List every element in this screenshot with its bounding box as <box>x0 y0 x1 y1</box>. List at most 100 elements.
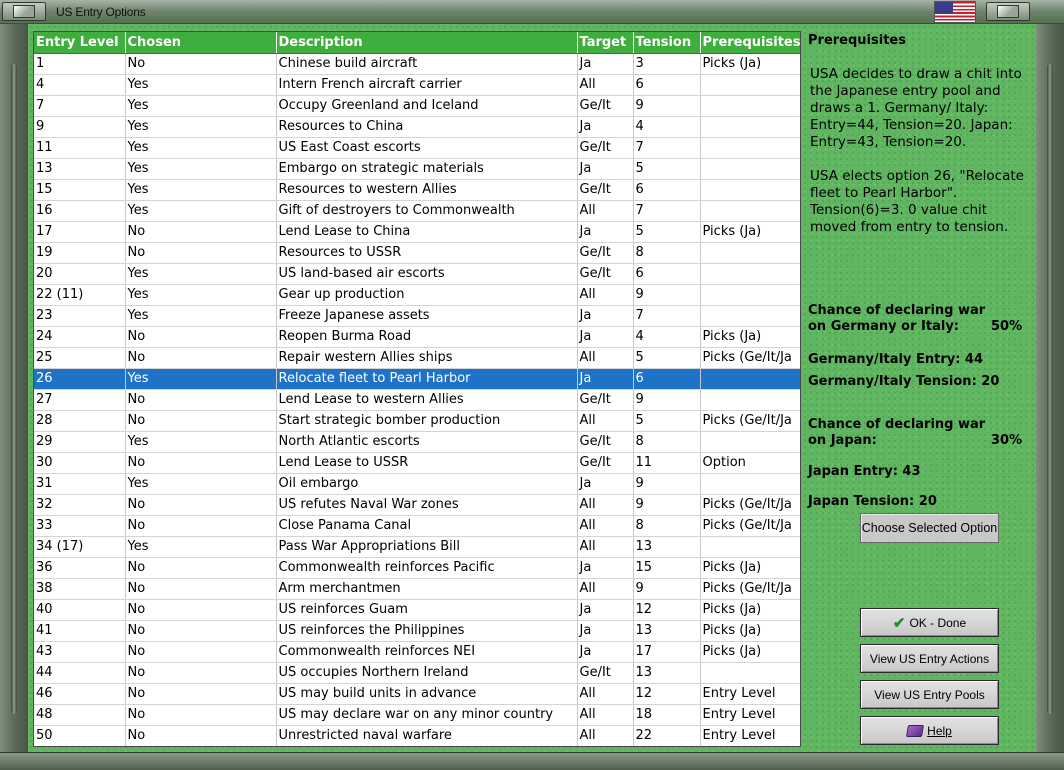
cell-prerequisites <box>700 179 800 201</box>
table-row[interactable]: 17 No Lend Lease to China Ja 5 Picks (Ja) <box>34 221 800 243</box>
chance-japan-label-1: Chance of declaring war <box>808 417 986 432</box>
cell-prerequisites: Picks (Ja) <box>700 620 800 642</box>
table-row[interactable]: 34 (17) Yes Pass War Appropriations Bill Al… <box>34 536 800 558</box>
view-entry-pools-button[interactable]: View US Entry Pools <box>860 680 999 709</box>
table-row[interactable]: 26 Yes Relocate fleet to Pearl Harbor Ja 6 <box>34 368 800 390</box>
cell-entry-level: 44 <box>34 662 126 684</box>
table-row[interactable]: 20 Yes US land-based air escorts Ge/It 6 <box>34 263 800 285</box>
cell-chosen: No <box>125 389 277 411</box>
table-row[interactable]: 16 Yes Gift of destroyers to Commonwealth A… <box>34 200 800 222</box>
cell-chosen: No <box>125 704 277 726</box>
table-row[interactable]: 29 Yes North Atlantic escorts Ge/It 8 <box>34 431 800 453</box>
cell-description: Resources to western Allies <box>276 179 578 201</box>
column-header-target[interactable]: Target <box>577 32 634 54</box>
cell-target: All <box>577 200 634 222</box>
table-row[interactable]: 46 No US may build units in advance All 12 En… <box>34 683 800 705</box>
table-row[interactable]: 36 No Commonwealth reinforces Pacific Ja 15 P… <box>34 557 800 579</box>
cell-description: Lend Lease to western Allies <box>276 389 578 411</box>
cell-tension: 6 <box>633 179 701 201</box>
table-row[interactable]: 1 No Chinese build aircraft Ja 3 Picks (Ja) <box>34 53 800 75</box>
table-row[interactable]: 19 No Resources to USSR Ge/It 8 <box>34 242 800 264</box>
table-row[interactable]: 38 No Arm merchantmen All 9 Picks (Ge/It/Ja <box>34 578 800 600</box>
table-row[interactable]: 7 Yes Occupy Greenland and Iceland Ge/It 9 <box>34 95 800 117</box>
cell-chosen: Yes <box>125 95 277 117</box>
cell-prerequisites <box>700 284 800 306</box>
cell-entry-level: 13 <box>34 158 126 180</box>
cell-entry-level: 33 <box>34 515 126 537</box>
cell-entry-level: 22 (11) <box>34 284 126 306</box>
cell-tension: 12 <box>633 683 701 705</box>
table-row[interactable]: 48 No US may declare war on any minor coun… <box>34 704 800 726</box>
cell-tension: 7 <box>633 305 701 327</box>
cell-entry-level: 26 <box>34 368 126 390</box>
cell-tension: 9 <box>633 95 701 117</box>
cell-entry-level: 34 (17) <box>34 536 126 558</box>
table-row[interactable]: 40 No US reinforces Guam Ja 12 Picks (Ja) <box>34 599 800 621</box>
cell-description: US may build units in advance <box>276 683 578 705</box>
table-row[interactable]: 9 Yes Resources to China Ja 4 <box>34 116 800 138</box>
table-row[interactable]: 44 No US occupies Northern Ireland Ge/It 13 <box>34 662 800 684</box>
view-entry-actions-button[interactable]: View US Entry Actions <box>860 644 999 673</box>
table-row[interactable]: 23 Yes Freeze Japanese assets Ja 7 <box>34 305 800 327</box>
table-row[interactable]: 24 No Reopen Burma Road Ja 4 Picks (Ja) <box>34 326 800 348</box>
table-row[interactable]: 33 No Close Panama Canal All 8 Picks (Ge/It/J… <box>34 515 800 537</box>
cell-chosen: Yes <box>125 179 277 201</box>
column-header-prerequisites[interactable]: Prerequisites <box>700 32 800 54</box>
checkmark-icon: ✔ <box>892 614 906 632</box>
cell-chosen: No <box>125 620 277 642</box>
cell-entry-level: 43 <box>34 641 126 663</box>
chance-japan-label-2: on Japan: <box>808 433 877 448</box>
table-row[interactable]: 13 Yes Embargo on strategic materials Ja 5 <box>34 158 800 180</box>
table-row[interactable]: 15 Yes Resources to western Allies Ge/It 6 <box>34 179 800 201</box>
cell-target: All <box>577 410 634 432</box>
table-row[interactable]: 31 Yes Oil embargo Ja 9 <box>34 473 800 495</box>
cell-entry-level: 17 <box>34 221 126 243</box>
cell-tension: 9 <box>633 389 701 411</box>
ok-done-button[interactable]: ✔ OK - Done <box>860 608 999 637</box>
cell-tension: 8 <box>633 242 701 264</box>
cell-entry-level: 25 <box>34 347 126 369</box>
window-resize-button[interactable] <box>986 2 1030 21</box>
column-header-tension[interactable]: Tension <box>633 32 701 54</box>
prerequisites-text: USA decides to draw a chit into the Japa… <box>810 66 1036 253</box>
cell-tension: 11 <box>633 452 701 474</box>
table-row[interactable]: 28 No Start strategic bomber production All… <box>34 410 800 432</box>
cell-prerequisites <box>700 95 800 117</box>
table-row[interactable]: 11 Yes US East Coast escorts Ge/It 7 <box>34 137 800 159</box>
table-row[interactable]: 50 No Unrestricted naval warfare All 22 Entry… <box>34 725 800 746</box>
cell-target: Ja <box>577 620 634 642</box>
cell-target: Ja <box>577 326 634 348</box>
help-book-icon <box>906 724 925 737</box>
column-header-entry-level[interactable]: Entry Level <box>34 32 126 54</box>
cell-chosen: Yes <box>125 284 277 306</box>
column-header-description[interactable]: Description <box>276 32 578 54</box>
cell-tension: 13 <box>633 620 701 642</box>
cell-prerequisites <box>700 74 800 96</box>
entry-options-table[interactable]: Entry Level Chosen Description Target Te… <box>33 31 801 747</box>
choose-selected-option-button[interactable]: Choose Selected Option <box>860 513 999 543</box>
cell-chosen: No <box>125 494 277 516</box>
cell-entry-level: 38 <box>34 578 126 600</box>
table-row[interactable]: 30 No Lend Lease to USSR Ge/It 11 Option <box>34 452 800 474</box>
cell-prerequisites: Entry Level <box>700 725 800 746</box>
table-row[interactable]: 4 Yes Intern French aircraft carrier All 6 <box>34 74 800 96</box>
table-row[interactable]: 25 No Repair western Allies ships All 5 Picks… <box>34 347 800 369</box>
cell-tension: 4 <box>633 116 701 138</box>
cell-chosen: Yes <box>125 74 277 96</box>
title-bar[interactable]: US Entry Options <box>0 0 1064 24</box>
table-row[interactable]: 32 No US refutes Naval War zones All 9 Picks … <box>34 494 800 516</box>
cell-description: Arm merchantmen <box>276 578 578 600</box>
column-header-chosen[interactable]: Chosen <box>125 32 277 54</box>
cell-description: Start strategic bomber production <box>276 410 578 432</box>
ok-done-label: OK - Done <box>909 615 967 630</box>
cell-description: Oil embargo <box>276 473 578 495</box>
cell-target: Ge/It <box>577 137 634 159</box>
window-menu-button[interactable] <box>2 2 46 21</box>
help-button[interactable]: Help <box>860 716 999 745</box>
table-row[interactable]: 22 (11) Yes Gear up production All 9 <box>34 284 800 306</box>
cell-tension: 9 <box>633 473 701 495</box>
table-row[interactable]: 27 No Lend Lease to western Allies Ge/It 9 <box>34 389 800 411</box>
cell-prerequisites <box>700 368 800 390</box>
table-row[interactable]: 43 No Commonwealth reinforces NEI Ja 17 Picks… <box>34 641 800 663</box>
table-row[interactable]: 41 No US reinforces the Philippines Ja 13 Pic… <box>34 620 800 642</box>
